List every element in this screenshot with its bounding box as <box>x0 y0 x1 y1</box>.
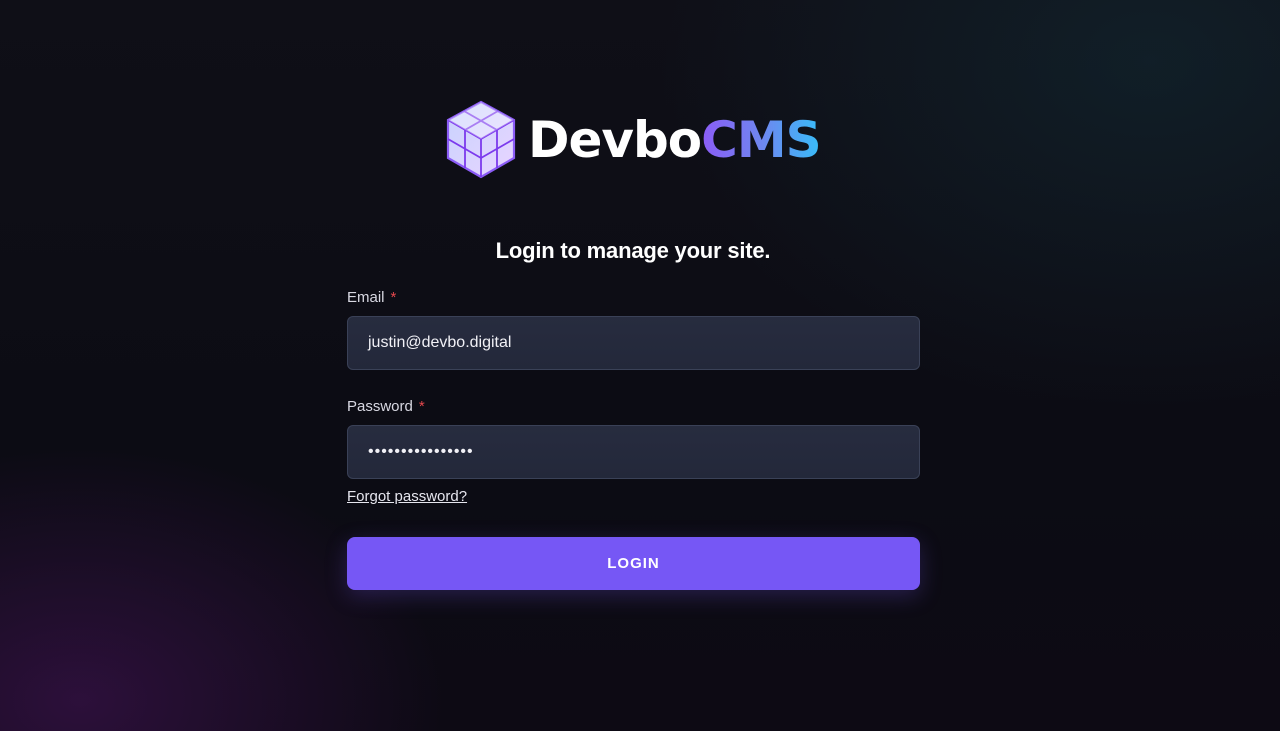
email-label: Email * <box>347 289 396 306</box>
brand-name-accent: CMS <box>701 111 821 169</box>
brand-name-primary: Devbo <box>528 111 702 169</box>
email-label-text: Email <box>347 289 385 306</box>
login-button[interactable]: LOGIN <box>347 537 920 590</box>
password-label: Password * <box>347 398 425 415</box>
password-label-text: Password <box>347 398 413 415</box>
password-field[interactable]: •••••••••••••••• <box>347 425 920 479</box>
required-marker: * <box>418 398 425 415</box>
cube-logo-icon <box>446 100 516 179</box>
page-title: Login to manage your site. <box>495 238 771 263</box>
password-field-value: •••••••••••••••• <box>368 443 474 460</box>
forgot-password-link[interactable]: Forgot password? <box>347 488 467 505</box>
email-field-value: justin@devbo.digital <box>368 334 512 351</box>
required-marker: * <box>390 289 397 306</box>
brand-logo: DevboCMS <box>446 100 822 180</box>
email-field[interactable]: justin@devbo.digital <box>347 316 920 370</box>
brand-wordmark: DevboCMS <box>528 115 822 165</box>
